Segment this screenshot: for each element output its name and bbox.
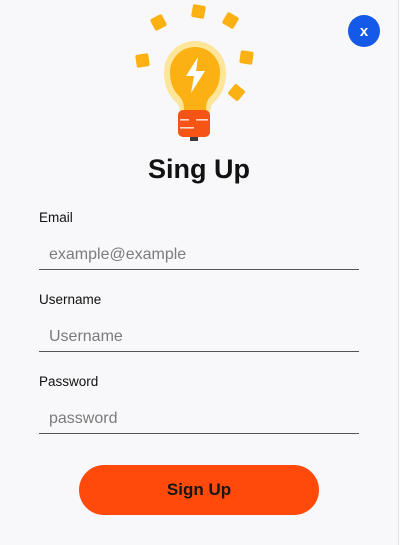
signup-button[interactable]: Sign Up [79, 465, 319, 515]
password-label: Password [39, 374, 99, 389]
username-label: Username [39, 292, 102, 307]
lightbulb-bolt-icon [135, 4, 254, 141]
username-field[interactable] [39, 322, 359, 352]
email-label: Email [39, 210, 73, 225]
signup-dialog: x Sing Up Email Username Password Sign U… [0, 0, 399, 545]
close-button[interactable]: x [348, 15, 380, 47]
password-field[interactable] [39, 404, 359, 434]
close-label: x [359, 22, 369, 40]
page-title: Sing Up [148, 154, 250, 184]
email-field[interactable] [39, 240, 359, 270]
